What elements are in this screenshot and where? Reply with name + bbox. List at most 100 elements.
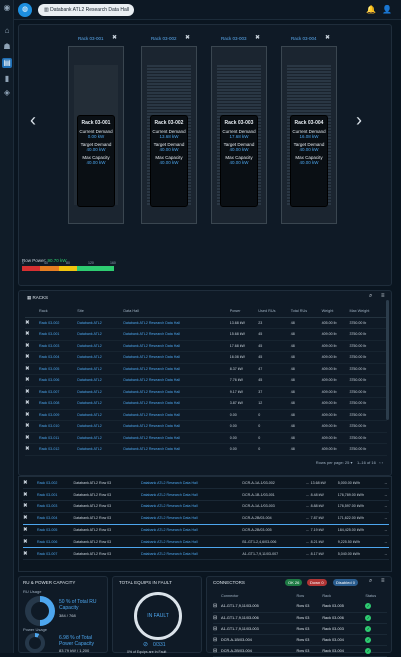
table-cell[interactable]: Databank ATL2 Research Data Hall	[123, 317, 230, 329]
table-row[interactable]: ✖ Rack 03-005 Databank ATL2 Databank ATL2 R…	[25, 363, 387, 375]
table-row[interactable]: ✖ Rack 03-005 Databank ATL2 Row 03 Databank…	[23, 524, 389, 537]
pin-icon[interactable]: ✖	[25, 386, 39, 398]
pin-icon[interactable]: ✖	[23, 511, 37, 525]
table-row[interactable]: ✖ Rack 03-011 Databank ATL2 Databank ATL2 R…	[25, 432, 387, 444]
table-cell[interactable]: Rack 03-002	[37, 477, 74, 490]
table-row[interactable]: ✖ Rack 03-012 Databank ATL2 Databank ATL2 R…	[25, 443, 387, 456]
table-cell[interactable]: Rack 03-006	[37, 535, 74, 549]
table-row[interactable]: ✖ Rack 03-002 Databank ATL2 Row 03 Databank…	[23, 477, 389, 490]
rack-image[interactable]: Rack 03-001 Current Demand 0.00 kW Targe…	[68, 46, 124, 224]
pin-icon[interactable]: ✖	[23, 547, 37, 561]
table-cell[interactable]: Databank ATL2 Research Data Hall	[140, 547, 243, 561]
table-cell[interactable]: Databank ATL2 Research Data Hall	[123, 374, 230, 387]
table-cell[interactable]: Databank ATL2 Research Data Hall	[123, 328, 230, 341]
table-cell[interactable]: Rack 03-003	[37, 500, 74, 513]
pin-icon[interactable]: ✖	[25, 351, 39, 364]
filter-icon[interactable]: ≡	[381, 293, 385, 299]
table-cell[interactable]: Rack 03-006	[39, 374, 78, 387]
rack-image[interactable]: Rack 03-004 Current Demand 16.08 kW Targ…	[281, 46, 337, 224]
table-cell[interactable]: Databank ATL2 Research Data Hall	[123, 432, 230, 444]
scrollbar[interactable]	[386, 300, 389, 420]
column-header[interactable]: Rack	[39, 305, 78, 318]
pin-icon[interactable]: ✖	[25, 328, 39, 341]
pin-icon[interactable]: ✖	[25, 409, 39, 421]
breadcrumb[interactable]: ▥ Databank ATL2 Research Data Hall	[38, 4, 134, 16]
pin-icon[interactable]: ✖	[25, 432, 39, 444]
pin-icon[interactable]: ✖	[23, 524, 37, 537]
prev-page-icon[interactable]: ‹	[379, 460, 380, 465]
table-cell[interactable]: Rack 03-010	[39, 420, 78, 433]
ok-badge[interactable]: OK 26	[285, 579, 303, 586]
table-cell[interactable]: Rack 03-002	[39, 317, 78, 329]
rack-image[interactable]: Rack 03-002 Current Demand 13.68 kW Targ…	[141, 46, 197, 224]
table-cell[interactable]: Rack 03-005	[39, 363, 78, 375]
device-icon[interactable]: ▮	[2, 74, 12, 84]
rack-image[interactable]: Rack 03-003 Current Demand 17.68 kW Targ…	[211, 46, 267, 224]
disabled-badge[interactable]: Disabled 0	[333, 579, 358, 586]
pin-icon[interactable]: ✖	[25, 420, 39, 433]
table-cell[interactable]: Databank ATL2 Research Data Hall	[123, 363, 230, 375]
column-header[interactable]: Connector	[221, 591, 297, 601]
column-header[interactable]: Rack	[322, 591, 365, 601]
table-cell[interactable]: Databank ATL2	[77, 328, 124, 341]
table-cell[interactable]: Rack 03-012	[39, 443, 78, 456]
table-cell[interactable]: Rack 03-007	[39, 386, 78, 398]
pin-icon[interactable]: ✖	[25, 317, 39, 329]
pin-icon[interactable]: ✖	[25, 397, 39, 410]
list-item[interactable]: ⊟ A1-GT1-7,9,11/03-003 Row 03 Rack 03-003 ✓	[213, 623, 387, 635]
pin-icon[interactable]: ✖	[185, 34, 190, 41]
table-cell[interactable]: Databank ATL2	[77, 432, 124, 444]
down-badge[interactable]: Down 0	[307, 579, 327, 586]
table-row[interactable]: ✖ Rack 03-003 Databank ATL2 Databank ATL2 R…	[25, 340, 387, 352]
table-cell[interactable]: Databank ATL2 Research Data Hall	[123, 351, 230, 364]
table-row[interactable]: ✖ Rack 03-006 Databank ATL2 Databank ATL2 R…	[25, 374, 387, 387]
table-cell[interactable]: Databank ATL2 Research Data Hall	[123, 397, 230, 410]
pin-icon[interactable]: ✖	[25, 340, 39, 352]
pin-icon[interactable]: ✖	[23, 500, 37, 513]
table-cell[interactable]: Rack 03-007	[37, 547, 74, 561]
pin-icon[interactable]: ✖	[23, 535, 37, 549]
pin-icon[interactable]: ✖	[325, 34, 330, 41]
table-cell[interactable]: Databank ATL2	[77, 363, 124, 375]
prev-arrow-icon[interactable]: ‹	[30, 110, 36, 131]
table-row[interactable]: ✖ Rack 03-008 Databank ATL2 Databank ATL2 R…	[25, 397, 387, 410]
table-row[interactable]: ✖ Rack 03-009 Databank ATL2 Databank ATL2 R…	[25, 409, 387, 421]
pin-icon[interactable]: ✖	[23, 488, 37, 502]
table-cell[interactable]: Databank ATL2 Research Data Hall	[123, 340, 230, 352]
column-header[interactable]: Max Weight	[349, 305, 387, 318]
rack-title[interactable]: Rack 03-003	[221, 36, 247, 41]
app-logo-icon[interactable]: ◉	[2, 3, 12, 13]
table-cell[interactable]: Rack 03-011	[39, 432, 78, 444]
layers-icon[interactable]: ◈	[2, 88, 12, 98]
table-row[interactable]: ✖ Rack 03-006 Databank ATL2 Row 03 Databank…	[23, 535, 389, 549]
pin-icon[interactable]: ✖	[255, 34, 260, 41]
list-item[interactable]: ⊟ A1-GT1-7,9,11/03-006 Row 03 Rack 03-006 ✓	[213, 612, 387, 624]
table-cell[interactable]: Databank ATL2 Research Data Hall	[123, 443, 230, 456]
home-icon[interactable]: ⌂	[2, 26, 12, 36]
next-page-icon[interactable]: ›	[382, 460, 383, 465]
table-cell[interactable]: Databank ATL2 Research Data Hall	[140, 524, 243, 537]
table-cell[interactable]: Rack 03-009	[39, 409, 78, 421]
column-header[interactable]: Power	[229, 305, 259, 318]
table-cell[interactable]: Databank ATL2	[77, 420, 124, 433]
table-cell[interactable]: Databank ATL2 Research Data Hall	[140, 477, 243, 490]
column-header[interactable]: Site	[77, 305, 124, 318]
table-row[interactable]: ✖ Rack 03-001 Databank ATL2 Row 03 Databank…	[23, 488, 389, 502]
pin-icon[interactable]: ✖	[25, 363, 39, 375]
rack-title[interactable]: Rack 03-002	[151, 36, 177, 41]
list-item[interactable]: ⊟ DCR-A-2B/03-004 Row 03 Rack 03-004 ✓	[213, 645, 387, 657]
table-cell[interactable]: Databank ATL2	[77, 386, 124, 398]
pin-icon[interactable]: ✖	[25, 374, 39, 387]
table-row[interactable]: ✖ Rack 03-004 Databank ATL2 Databank ATL2 R…	[25, 351, 387, 364]
column-header[interactable]: Row	[297, 591, 323, 601]
table-cell[interactable]: Rack 03-001	[39, 328, 78, 341]
table-cell[interactable]: Databank ATL2 Research Data Hall	[123, 420, 230, 433]
table-row[interactable]: ✖ Rack 03-007 Databank ATL2 Databank ATL2 R…	[25, 386, 387, 398]
column-header[interactable]: Used RUs	[258, 305, 291, 318]
table-cell[interactable]: Databank ATL2 Research Data Hall	[123, 386, 230, 398]
rows-per-page-select[interactable]: 25	[345, 460, 349, 465]
table-cell[interactable]: Databank ATL2 Research Data Hall	[140, 511, 243, 525]
table-row[interactable]: ✖ Rack 03-007 Databank ATL2 Row 03 Databank…	[23, 547, 389, 561]
table-cell[interactable]: Databank ATL2	[77, 340, 124, 352]
table-cell[interactable]: Rack 03-003	[39, 340, 78, 352]
